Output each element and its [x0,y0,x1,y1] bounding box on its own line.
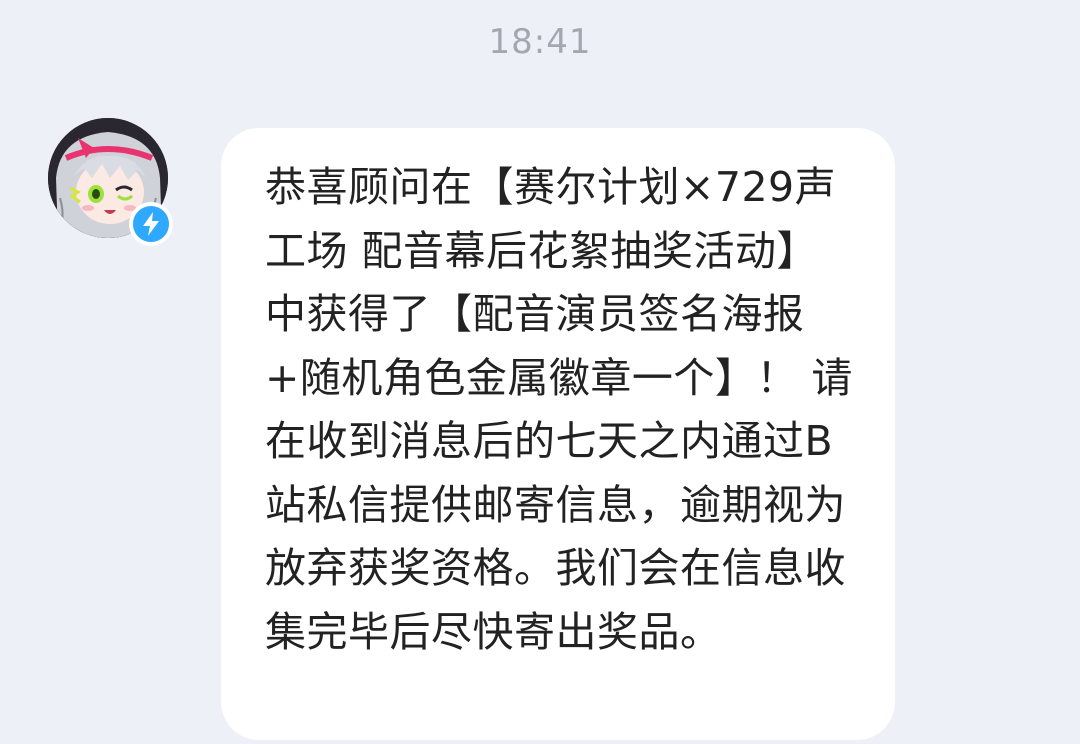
message-bubble[interactable]: 恭喜顾问在【赛尔计划×729声工场 配音幕后花絮抽奖活动】中获得了【配音演员签名… [221,128,895,740]
message-row: 恭喜顾问在【赛尔计划×729声工场 配音幕后花絮抽奖活动】中获得了【配音演员签名… [0,0,1080,744]
lightning-bolt-icon [143,212,159,236]
sender-avatar-container[interactable] [48,118,173,246]
verified-badge [129,202,173,246]
message-text: 恭喜顾问在【赛尔计划×729声工场 配音幕后花絮抽奖活动】中获得了【配音演员签名… [265,163,853,656]
